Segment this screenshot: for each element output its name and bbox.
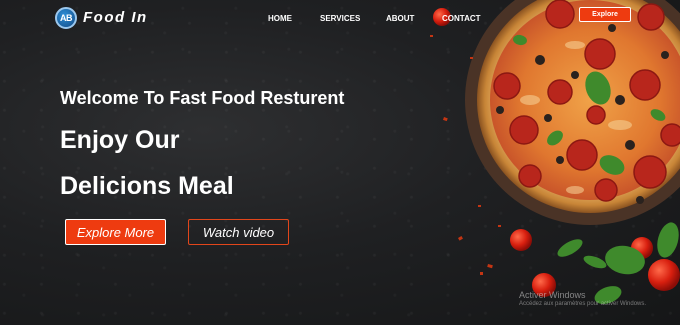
nav-contact[interactable]: CONTACT bbox=[442, 14, 481, 23]
pizza-crust bbox=[477, 0, 680, 213]
tomato-2 bbox=[510, 229, 532, 251]
headline-line-2: Delicions Meal bbox=[60, 172, 234, 200]
chili-flakes bbox=[430, 35, 501, 275]
cheese-highlights bbox=[520, 41, 632, 194]
olive-group bbox=[496, 24, 669, 204]
brand-name[interactable]: Food In bbox=[83, 9, 148, 26]
explore-more-button[interactable]: Explore More bbox=[65, 219, 166, 245]
basil-group bbox=[513, 34, 666, 175]
explore-button[interactable]: Explore bbox=[579, 7, 631, 22]
watch-video-button[interactable]: Watch video bbox=[188, 219, 289, 245]
activation-watermark-subtitle: Accédez aux paramètres pour activer Wind… bbox=[519, 301, 647, 307]
tomato-5 bbox=[648, 259, 680, 291]
pizza-sauce bbox=[490, 0, 680, 200]
tomato-4 bbox=[631, 237, 653, 259]
pizza-board bbox=[465, 0, 680, 225]
nav-about[interactable]: ABOUT bbox=[386, 14, 414, 23]
activation-watermark-title: Activer Windows bbox=[519, 290, 586, 300]
background-texture bbox=[0, 0, 680, 325]
pizza-illustration bbox=[430, 0, 680, 304]
ab-logo-icon[interactable]: AB bbox=[55, 7, 77, 29]
pepperoni-group bbox=[493, 0, 680, 202]
nav-home[interactable]: HOME bbox=[268, 14, 292, 23]
headline-line-1: Enjoy Our bbox=[60, 126, 180, 154]
welcome-heading: Welcome To Fast Food Resturent bbox=[60, 88, 345, 108]
nav-services[interactable]: SERVICES bbox=[320, 14, 360, 23]
